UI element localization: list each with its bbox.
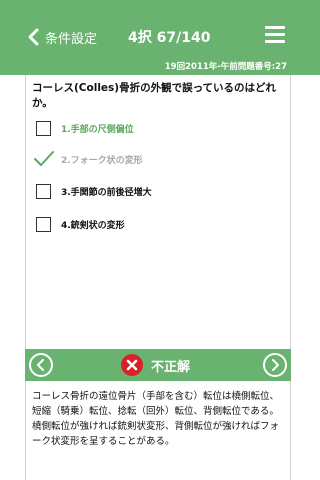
question-panel: コーレス(Colles)骨折の外観で誤っているのはどれか。 1.手部の尺側偏位 … [25,75,291,350]
option-4[interactable]: 4.銃剣状の変形 [34,214,284,234]
option-checkbox[interactable] [36,216,51,232]
chevron-right-icon [272,359,279,371]
x-circle-icon [121,354,143,376]
option-1[interactable]: 1.手部の尺側偏位 [34,118,284,138]
result-bar: 不正解 [25,349,291,381]
check-mark-icon [34,151,54,166]
option-label: 3.手関節の前後径増大 [61,187,152,198]
option-3[interactable]: 3.手関節の前後径増大 [34,181,284,201]
next-question-button[interactable] [263,353,287,377]
chevron-left-icon [37,359,44,371]
exam-info-bar: 19回2011年-午前問題番号:27 [25,57,291,75]
chevron-left-icon [28,28,39,46]
quiz-screen: 条件設定 4択 67/140 19回2011年-午前問題番号:27 コーレス(C… [0,0,320,480]
option-checkbox[interactable] [36,183,51,199]
result-indicator: 不正解 [121,353,190,377]
question-text: コーレス(Colles)骨折の外観で誤っているのはどれか。 [32,82,277,109]
exam-info: 19回2011年-午前問題番号:27 [164,62,287,72]
back-label: 条件設定 [45,31,98,47]
option-2[interactable]: 2.フォーク状の変形 [34,149,284,169]
question-counter: 4択 67/140 [128,30,211,46]
option-label: 1.手部の尺側偏位 [61,124,134,135]
explanation-panel: コーレス骨折の遠位骨片（手部を含む）転位は橈側転位、短縮（騎乗）転位、捻転（回外… [25,381,291,480]
option-label: 4.銃剣状の変形 [61,220,125,231]
explanation-text: コーレス骨折の遠位骨片（手部を含む）転位は橈側転位、短縮（騎乗）転位、捻転（回外… [32,391,280,447]
hamburger-menu-icon[interactable] [265,26,285,44]
option-checkbox[interactable] [36,120,51,136]
back-button[interactable]: 条件設定 [27,24,97,50]
previous-question-button[interactable] [29,353,53,377]
result-text: 不正解 [151,359,191,375]
option-label: 2.フォーク状の変形 [61,155,143,166]
